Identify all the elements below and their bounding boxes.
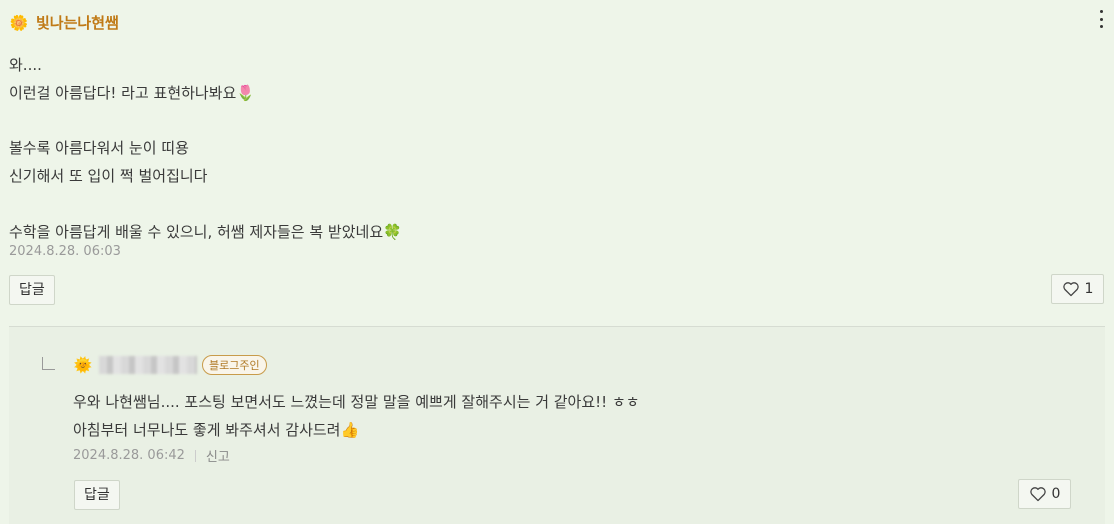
reply-date: 2024.8.28. 06:42 (73, 448, 185, 463)
reply-body: 우와 나현쌤님.... 포스팅 보면서도 느꼈는데 정말 말을 예쁘게 잘해주시… (73, 389, 640, 445)
reply-button[interactable]: 답글 (9, 275, 55, 305)
meta-separator (194, 449, 196, 462)
text-line: 우와 나현쌤님.... 포스팅 보면서도 느꼈는데 정말 말을 예쁘게 잘해주시… (73, 393, 640, 411)
comment: 🌼 빛나는나현쌤 와.... 이런걸 아름답다! 라고 표현하나봐요🌷 볼수록 아… (0, 0, 1114, 320)
blog-owner-badge: 블로그주인 (202, 355, 267, 375)
like-count: 0 (1051, 486, 1061, 502)
text-line (9, 108, 402, 136)
heart-icon (1062, 282, 1079, 297)
flower-icon[interactable]: 🌼 (9, 13, 29, 33)
blurred-author-name[interactable] (99, 356, 197, 374)
report-link[interactable]: 신고 (206, 446, 230, 465)
comment-author-row: 🌼 빛나는나현쌤 (9, 12, 119, 33)
text-line: 이런걸 아름답다! 라고 표현하나봐요🌷 (9, 83, 255, 102)
reply-comment: 🌞 블로그주인 우와 나현쌤님.... 포스팅 보면서도 느꼈는데 정말 말을 … (9, 327, 1105, 524)
comment-author-name[interactable]: 빛나는나현쌤 (36, 12, 119, 33)
reply-author-row: 🌞 블로그주인 (73, 355, 267, 375)
reply-button[interactable]: 답글 (74, 480, 120, 510)
reply-meta: 2024.8.28. 06:42 신고 (73, 446, 230, 465)
text-line: 신기해서 또 입이 쩍 벌어집니다 (9, 167, 208, 186)
like-button[interactable]: 1 (1051, 274, 1104, 304)
like-count: 1 (1084, 281, 1094, 297)
text-line: 볼수록 아름다워서 눈이 띠용 (9, 139, 189, 158)
text-line: 수학을 아름답게 배울 수 있으니, 허쌤 제자들은 복 받았네요🍀 (9, 222, 402, 241)
text-line (9, 191, 402, 219)
text-line: 와.... (9, 56, 42, 74)
reply-arrow-icon (42, 357, 55, 370)
heart-icon (1029, 487, 1046, 502)
more-options-icon[interactable] (1096, 10, 1106, 28)
like-button[interactable]: 0 (1018, 479, 1071, 509)
comment-date: 2024.8.28. 06:03 (9, 244, 121, 259)
text-line: 아침부터 너무나도 좋게 봐주셔서 감사드려👍 (73, 420, 360, 439)
sun-icon[interactable]: 🌞 (73, 355, 93, 375)
comment-body: 와.... 이런걸 아름답다! 라고 표현하나봐요🌷 볼수록 아름다워서 눈이 띠… (9, 52, 402, 247)
